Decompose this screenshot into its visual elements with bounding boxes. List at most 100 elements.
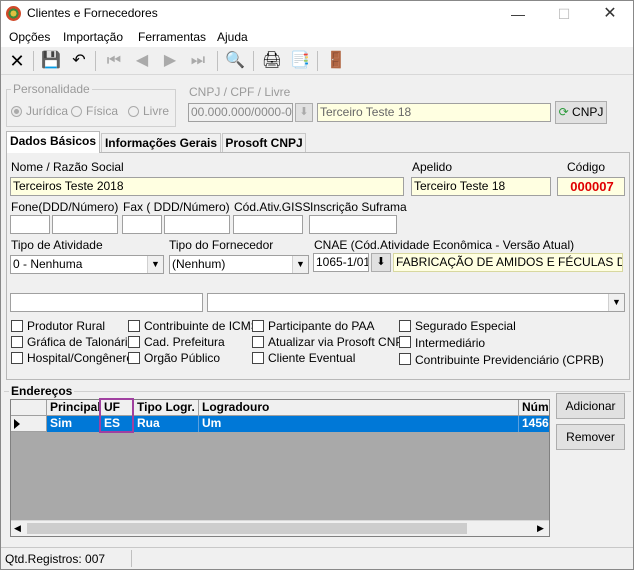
scroll-thumb[interactable] — [27, 523, 467, 534]
tab-informacoes-gerais[interactable]: Informações Gerais — [101, 133, 221, 153]
last-record-icon[interactable]: ⏭ — [187, 50, 209, 72]
menu-ajuda[interactable]: Ajuda — [217, 30, 248, 44]
insc-suframa-label: Inscrição Suframa — [310, 200, 407, 214]
fone-ddd-input[interactable] — [10, 215, 50, 234]
refresh-icon: ⟳ — [558, 105, 569, 119]
tipo-fornecedor-label: Tipo do Fornecedor — [169, 238, 274, 252]
codigo-label: Código — [567, 160, 606, 174]
chk-hospital[interactable] — [11, 352, 23, 364]
main-window: Clientes e Fornecedores — ☐ ✕ Opções Imp… — [0, 0, 634, 570]
nome-input[interactable]: Terceiros Teste 2018 — [10, 177, 404, 196]
fax-numero-input[interactable] — [164, 215, 230, 234]
apelido-input[interactable]: Terceiro Teste 18 — [411, 177, 551, 196]
cnpj-button[interactable]: ⟳ CNPJ — [555, 101, 607, 124]
cod-ativ-label: Cód.Ativ.GISS — [234, 200, 311, 214]
col-numero[interactable]: Núme — [519, 400, 549, 416]
fax-ddd-input[interactable] — [122, 215, 162, 234]
chk-produtor-rural[interactable] — [11, 320, 23, 332]
codigo-field[interactable]: 000007 — [557, 177, 625, 196]
report-icon[interactable]: 📑 — [289, 50, 311, 72]
next-record-icon[interactable]: ▶ — [159, 50, 181, 72]
radio-juridica[interactable] — [11, 106, 22, 117]
radio-fisica[interactable] — [71, 106, 82, 117]
radio-juridica-label: Jurídica — [26, 104, 69, 118]
fax-label: Fax ( DDD/Número) — [123, 200, 230, 214]
chk-produtor-rural-label: Produtor Rural — [27, 319, 106, 333]
prev-record-icon[interactable]: ◀ — [131, 50, 153, 72]
tab-prosoft-cnpj[interactable]: Prosoft CNPJ — [222, 133, 306, 153]
exit-door-icon[interactable]: 🚪 — [325, 50, 347, 72]
print-icon[interactable]: 🖨 — [261, 50, 283, 72]
scroll-right-icon[interactable]: ▶ — [537, 523, 544, 534]
apelido-label: Apelido — [412, 160, 453, 174]
search-binoculars-icon[interactable]: 🔍 — [224, 50, 246, 72]
cod-ativ-input[interactable] — [233, 215, 303, 234]
extra-combo[interactable]: ▼ — [207, 293, 625, 312]
cell-tipo-logr[interactable]: Rua — [134, 416, 199, 432]
menu-importacao[interactable]: Importação — [63, 30, 123, 44]
cancel-x-icon[interactable]: ✕ — [6, 50, 28, 72]
fone-label: Fone(DDD/Número) — [11, 200, 119, 214]
chk-grafica-talonario[interactable] — [11, 336, 23, 348]
chk-cad-prefeitura[interactable] — [128, 336, 140, 348]
col-principal[interactable]: Principal — [47, 400, 101, 416]
extra-field-1[interactable] — [10, 293, 203, 312]
cnpj-name-field[interactable]: Terceiro Teste 18 — [317, 103, 551, 122]
remover-button[interactable]: Remover — [556, 424, 625, 450]
close-button[interactable]: ✕ — [587, 1, 633, 27]
undo-icon[interactable]: ↶ — [68, 50, 90, 72]
cnpj-lookup-button[interactable]: ⬇ — [295, 103, 313, 122]
cnae-label: CNAE (Cód.Atividade Econômica - Versão A… — [314, 238, 575, 252]
chk-contribuinte-cprb-label: Contribuinte Previdenciário (CPRB) — [415, 353, 604, 367]
tipo-atividade-select[interactable]: 0 - Nenhuma ▼ — [10, 255, 164, 274]
cnae-desc-field[interactable]: FABRICAÇÃO DE AMIDOS E FÉCULAS DE — [393, 253, 623, 272]
chk-segurado-especial[interactable] — [399, 320, 411, 332]
fone-numero-input[interactable] — [52, 215, 118, 234]
chk-contribuinte-cprb[interactable] — [399, 353, 411, 365]
chk-intermediario[interactable] — [399, 336, 411, 348]
col-tipo-logr[interactable]: Tipo Logr. — [134, 400, 199, 416]
cell-numero[interactable]: 1456 — [519, 416, 549, 432]
chk-orgao-publico[interactable] — [128, 352, 140, 364]
chk-orgao-publico-label: Orgão Público — [144, 351, 221, 365]
grid-scrollbar[interactable]: ◀ ▶ — [11, 520, 549, 536]
nome-label: Nome / Razão Social — [11, 160, 124, 174]
scroll-left-icon[interactable]: ◀ — [14, 523, 21, 534]
row-indicator[interactable] — [11, 416, 47, 432]
maximize-button[interactable]: ☐ — [541, 1, 587, 27]
tipo-fornecedor-select[interactable]: (Nenhum) ▼ — [169, 255, 309, 274]
cnpj-input[interactable]: 00.000.000/0000-00 — [188, 103, 293, 122]
grid-indicator-header — [11, 400, 47, 416]
uf-highlight-box — [99, 398, 134, 433]
cnae-code-input[interactable]: 1065-1/01 — [313, 253, 369, 272]
window-title: Clientes e Fornecedores — [27, 6, 158, 20]
chevron-down-icon: ▼ — [608, 294, 624, 311]
insc-suframa-input[interactable] — [309, 215, 397, 234]
menu-ferramentas[interactable]: Ferramentas — [138, 30, 206, 44]
toolbar: ✕ 💾 ↶ ⏮ ◀ ▶ ⏭ 🔍 🖨 📑 🚪 — [1, 47, 633, 75]
enderecos-grid: Principal UF Tipo Logr. Logradouro Núme … — [10, 399, 550, 537]
col-logradouro[interactable]: Logradouro — [199, 400, 519, 416]
chk-contribuinte-icms-label: Contribuinte de ICMS — [144, 319, 259, 333]
enderecos-label: Endereços — [9, 384, 75, 398]
radio-fisica-label: Física — [86, 104, 119, 118]
menu-opcoes[interactable]: Opções — [9, 30, 50, 44]
chevron-down-icon: ▼ — [292, 256, 308, 273]
chk-atualizar-prosoft[interactable] — [252, 336, 264, 348]
tipo-atividade-label: Tipo de Atividade — [11, 238, 103, 252]
cell-principal[interactable]: Sim — [47, 416, 101, 432]
chk-contribuinte-icms[interactable] — [128, 320, 140, 332]
save-icon[interactable]: 💾 — [40, 50, 62, 72]
first-record-icon[interactable]: ⏮ — [103, 50, 125, 72]
chk-participante-paa[interactable] — [252, 320, 264, 332]
row-pointer-icon — [14, 419, 20, 429]
status-divider — [131, 550, 132, 567]
qtd-registros: Qtd.Registros: 007 — [5, 552, 106, 566]
chk-cliente-eventual[interactable] — [252, 352, 264, 364]
adicionar-button[interactable]: Adicionar — [556, 393, 625, 419]
minimize-button[interactable]: — — [495, 1, 541, 27]
cell-logradouro[interactable]: Um — [199, 416, 519, 432]
radio-livre[interactable] — [128, 106, 139, 117]
tab-dados-basicos[interactable]: Dados Básicos — [6, 131, 100, 153]
cnae-lookup-button[interactable]: ⬇ — [371, 253, 391, 272]
